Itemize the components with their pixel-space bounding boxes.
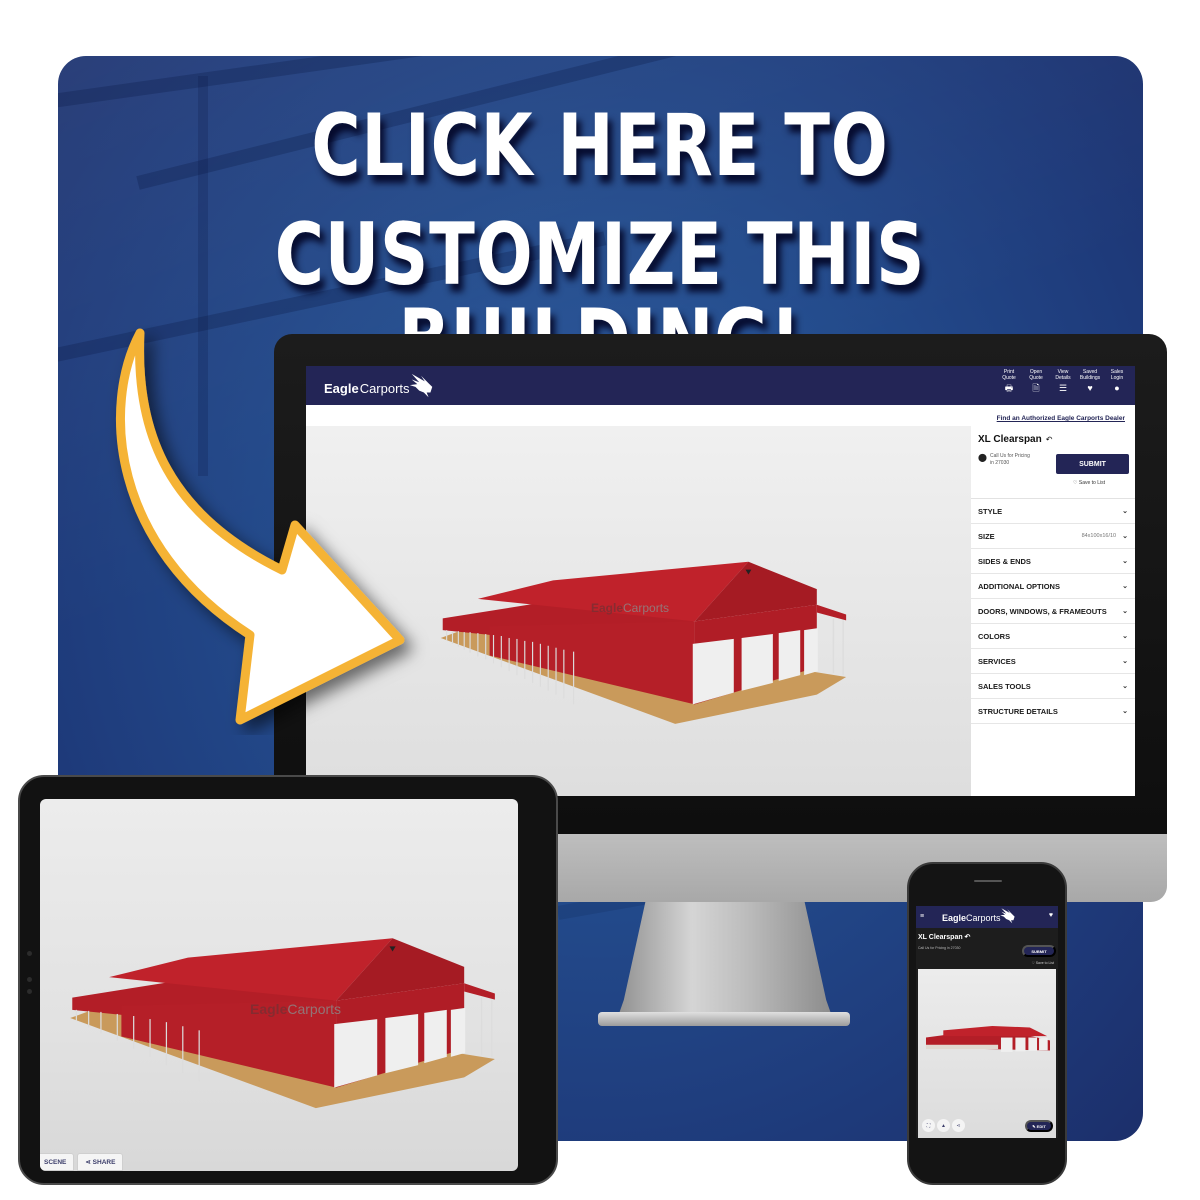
phone-header: ≡ Eagle Carports ♥ — [916, 906, 1058, 928]
pricing-text: Call Us for Pricing in 27030 — [989, 453, 1030, 466]
share-button[interactable]: ⋖ — [952, 1119, 965, 1132]
submit-button[interactable]: SUBMIT — [1056, 454, 1129, 474]
view-details-label: View Details — [1055, 369, 1071, 381]
undo-icon[interactable]: ↶ — [1046, 435, 1053, 444]
brand-logo[interactable]: Eagle Carports — [942, 908, 1017, 925]
section-size[interactable]: SIZE 84x100x16/10 ⌄ — [971, 524, 1135, 549]
section-colors[interactable]: COLORS ⌄ — [971, 624, 1135, 649]
chevron-down-icon: ⌄ — [1122, 533, 1128, 540]
submit-button[interactable]: SUBMIT — [1022, 945, 1056, 957]
tablet-device: EagleCarports SCENE ⋖ SHARE — [18, 775, 558, 1185]
tablet-camera — [27, 977, 32, 982]
account-icon: ● — [1114, 383, 1120, 393]
monitor-stand — [615, 900, 835, 1025]
chevron-down-icon: ⌄ — [1122, 658, 1128, 665]
find-dealer-link[interactable]: Find an Authorized Eagle Carports Dealer — [997, 415, 1125, 422]
save-to-list-button[interactable]: ♡ Save to List — [1073, 480, 1105, 486]
hamburger-menu-icon[interactable]: ≡ — [920, 913, 924, 920]
chevron-down-icon: ⌄ — [1122, 583, 1128, 590]
section-services[interactable]: SERVICES ⌄ — [971, 649, 1135, 674]
building-title: XL Clearspan ↶ — [918, 934, 971, 941]
heart-icon[interactable]: ♥ — [1049, 912, 1053, 919]
chevron-down-icon: ⌄ — [1122, 558, 1128, 565]
section-doors-windows-frameouts[interactable]: DOORS, WINDOWS, & FRAMEOUTS ⌄ — [971, 599, 1135, 624]
open-quote-button[interactable]: Open Quote 🗎 — [1026, 369, 1046, 393]
building-3d-model[interactable] — [431, 546, 851, 726]
options-accordion: STYLE ⌄ SIZE 84x100x16/10 ⌄ SIDES & ENDS ⌄ A… — [971, 498, 1135, 724]
headline-line-1[interactable]: CLICK HERE TO — [132, 103, 1068, 189]
print-quote-button[interactable]: Print Quote 🖶 — [999, 369, 1019, 393]
section-sales-tools[interactable]: SALES TOOLS ⌄ — [971, 674, 1135, 699]
printer-icon: 🖶 — [1004, 383, 1014, 393]
tablet-toolbar: SCENE ⋖ SHARE — [40, 1153, 124, 1171]
building-title: XL Clearspan ↶ — [978, 434, 1053, 445]
print-quote-label: Print Quote — [1002, 369, 1016, 381]
config-sidebar: XL Clearspan ↶ ⬤ Call Us for Pricing in 2… — [971, 426, 1135, 796]
view-details-button[interactable]: View Details ☰ — [1053, 369, 1073, 393]
chevron-down-icon: ⌄ — [1122, 683, 1128, 690]
chevron-down-icon: ⌄ — [1122, 633, 1128, 640]
list-icon: ☰ — [1058, 383, 1068, 393]
save-to-list-button[interactable]: ♡ Save to List — [1032, 961, 1054, 965]
scene-button[interactable]: ▲ — [937, 1119, 950, 1132]
tablet-screen[interactable]: EagleCarports SCENE ⋖ SHARE — [40, 799, 518, 1171]
phone-device: ≡ Eagle Carports ♥ XL Clearspan ↶ Call Us… — [907, 862, 1067, 1185]
tablet-camera — [27, 951, 32, 956]
monitor-base — [598, 1012, 850, 1026]
saved-buildings-label: Saved Buildings — [1079, 369, 1101, 381]
heart-icon: ♥ — [1087, 383, 1093, 393]
viewport-watermark: EagleCarports — [250, 1001, 342, 1017]
open-quote-label: Open Quote — [1029, 369, 1043, 381]
chevron-down-icon: ⌄ — [1122, 608, 1128, 615]
curved-arrow-icon — [116, 328, 405, 725]
eagle-icon — [999, 908, 1015, 924]
pricing-info: ⬤ Call Us for Pricing in 27030 — [978, 453, 1035, 467]
section-additional-options[interactable]: ADDITIONAL OPTIONS ⌄ — [971, 574, 1135, 599]
edit-button[interactable]: ✎ EDIT — [1025, 1120, 1053, 1132]
scene-button[interactable]: SCENE — [40, 1153, 75, 1171]
chevron-down-icon: ⌄ — [1122, 508, 1128, 515]
document-icon: 🗎 — [1032, 383, 1040, 393]
chevron-down-icon: ⌄ — [1122, 708, 1128, 715]
phone-screen: ≡ Eagle Carports ♥ XL Clearspan ↶ Call Us… — [916, 906, 1058, 1138]
location-pin-icon: ⬤ — [978, 453, 987, 462]
header-actions: Print Quote 🖶 Open Quote 🗎 View Details … — [999, 369, 1127, 393]
tablet-camera — [27, 989, 32, 994]
sales-login-label: Sales Login — [1110, 369, 1124, 381]
sales-login-button[interactable]: Sales Login ● — [1107, 369, 1127, 393]
building-3d-model[interactable] — [926, 1019, 1050, 1059]
phone-speaker — [974, 880, 1002, 882]
view-in-your-space-button[interactable]: ⛶ — [922, 1119, 935, 1132]
pricing-text: Call Us for Pricing in 27030 — [918, 946, 961, 950]
viewport-watermark: EagleCarports — [591, 601, 670, 615]
section-style[interactable]: STYLE ⌄ — [971, 499, 1135, 524]
section-sides-ends[interactable]: SIDES & ENDS ⌄ — [971, 549, 1135, 574]
phone-3d-viewport[interactable]: ⛶ ▲ ⋖ ✎ EDIT — [918, 969, 1056, 1138]
share-button[interactable]: ⋖ SHARE — [77, 1153, 124, 1171]
saved-buildings-button[interactable]: Saved Buildings ♥ — [1079, 369, 1101, 393]
section-structure-details[interactable]: STRUCTURE DETAILS ⌄ — [971, 699, 1135, 724]
